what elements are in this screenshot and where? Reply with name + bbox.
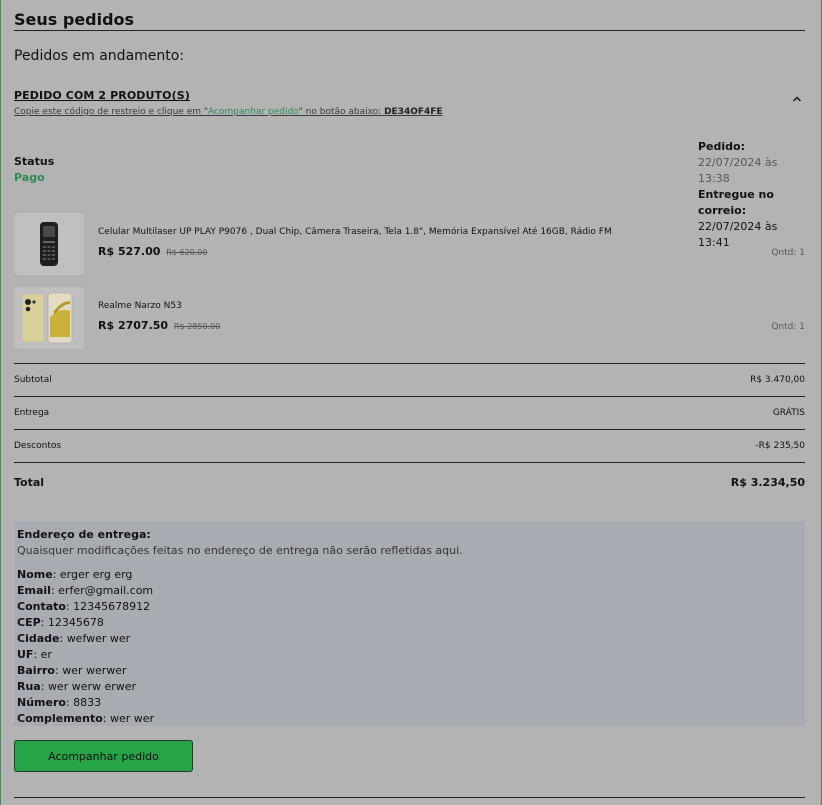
field-label: Contato <box>17 600 66 613</box>
field-value: 12345678 <box>47 616 104 629</box>
product-quantity: Qntd: 1 <box>771 248 805 258</box>
field-label: Complemento <box>17 712 103 725</box>
address-note: Quaisquer modificações feitas no endereç… <box>17 544 463 557</box>
field-label: CEP <box>17 616 41 629</box>
address-field-cep: CEP: 12345678 <box>17 616 104 629</box>
product-current-price: R$ 527.00 <box>98 245 161 258</box>
order-header[interactable]: PEDIDO COM 2 PRODUTO(S) Copie este códig… <box>14 89 805 125</box>
address-field-nome: Nome: erger erg erg <box>17 568 133 581</box>
address-field-bairro: Bairro: wer werwer <box>17 664 127 677</box>
field-label: Rua <box>17 680 41 693</box>
status-block: Status Pago <box>14 155 54 184</box>
product-item: Realme Narzo N53 R$ 2707.50 R$ 2850.00 Q… <box>14 287 805 349</box>
address-field-contato: Contato: 12345678912 <box>17 600 151 613</box>
order-status: Status Pago Pedido: 22/07/2024 às 13:38 … <box>14 139 805 249</box>
status-label: Status <box>14 155 55 168</box>
shipping-row: Entrega GRÁTIS <box>14 397 805 430</box>
hint-prefix: Copie este código de restreio e clique e… <box>14 107 209 117</box>
ordered-at: 22/07/2024 às 13:38 <box>698 156 778 185</box>
tracking-hint: Copie este código de restreio e clique e… <box>14 107 805 117</box>
field-value: wer wer <box>109 712 155 725</box>
product-quantity: Qntd: 1 <box>771 322 805 332</box>
product-name: Celular Multilaser UP PLAY P9076 , Dual … <box>98 227 612 237</box>
address-field-complemento: Complemento: wer wer <box>17 712 155 725</box>
shipping-address: Endereço de entrega: Quaisquer modificaç… <box>14 521 805 726</box>
field-value: wer werwer <box>62 664 127 677</box>
subtotal-value: R$ 3.470,00 <box>750 375 805 385</box>
product-name: Realme Narzo N53 <box>98 301 182 311</box>
field-value: er <box>40 648 52 661</box>
order-totals: Subtotal R$ 3.470,00 Entrega GRÁTIS Desc… <box>14 363 805 501</box>
section-heading: Pedidos em andamento: <box>14 48 185 64</box>
ordered-label: Pedido: <box>698 140 745 153</box>
field-value: erger erg erg <box>59 568 133 581</box>
discount-row: Descontos -R$ 235,50 <box>14 430 805 463</box>
address-heading: Endereço de entrega: <box>17 528 151 541</box>
field-value: 8833 <box>73 696 102 709</box>
discount-value: -R$ 235,50 <box>755 441 805 451</box>
orders-container: Seus pedidos Pedidos em andamento: PEDID… <box>14 0 805 772</box>
field-value: 12345678912 <box>73 600 151 613</box>
page-title: Seus pedidos <box>14 0 805 31</box>
product-old-price: R$ 620.00 <box>166 248 208 257</box>
address-field-numero: Número: 8833 <box>17 696 102 709</box>
product-image <box>14 213 84 275</box>
status-value: Pago <box>14 171 45 184</box>
subtotal-row: Subtotal R$ 3.470,00 <box>14 364 805 397</box>
field-label: Número <box>17 696 66 709</box>
track-order-button[interactable]: Acompanhar pedido <box>14 740 193 772</box>
order-title[interactable]: PEDIDO COM 2 PRODUTO(S) <box>14 89 805 102</box>
product-old-price: R$ 2850.00 <box>173 322 221 331</box>
address-field-email: Email: erfer@gmail.com <box>17 584 154 597</box>
field-value: wer werw erwer <box>47 680 137 693</box>
total-value: R$ 3.234,50 <box>730 475 805 489</box>
total-label: Total <box>14 475 45 489</box>
shipping-label: Entrega <box>14 408 50 418</box>
total-row: Total R$ 3.234,50 <box>14 463 805 501</box>
shipping-value: GRÁTIS <box>772 408 805 418</box>
field-label: Cidade <box>17 632 60 645</box>
field-value: wefwer wer <box>66 632 131 645</box>
field-label: Nome <box>17 568 53 581</box>
field-value: erfer@gmail.com <box>58 584 154 597</box>
address-field-rua: Rua: wer werw erwer <box>17 680 137 693</box>
product-price: R$ 527.00 R$ 620.00 <box>98 245 207 258</box>
hint-middle: " no botão abaixo: <box>298 107 385 117</box>
field-label: UF <box>17 648 34 661</box>
address-field-uf: UF: er <box>17 648 52 661</box>
discount-label: Descontos <box>14 441 62 451</box>
product-image <box>14 287 84 349</box>
chevron-up-icon[interactable] <box>791 93 803 105</box>
product-price: R$ 2707.50 R$ 2850.00 <box>98 319 220 332</box>
subtotal-label: Subtotal <box>14 375 52 385</box>
bottom-divider <box>14 797 805 798</box>
field-label: Email <box>17 584 51 597</box>
address-field-cidade: Cidade: wefwer wer <box>17 632 131 645</box>
tracking-code: DE34OF4FE <box>384 107 443 117</box>
field-label: Bairro <box>17 664 55 677</box>
hint-link: Acompanhar pedido <box>208 107 299 117</box>
product-current-price: R$ 2707.50 <box>98 319 169 332</box>
product-item: Celular Multilaser UP PLAY P9076 , Dual … <box>14 213 805 275</box>
